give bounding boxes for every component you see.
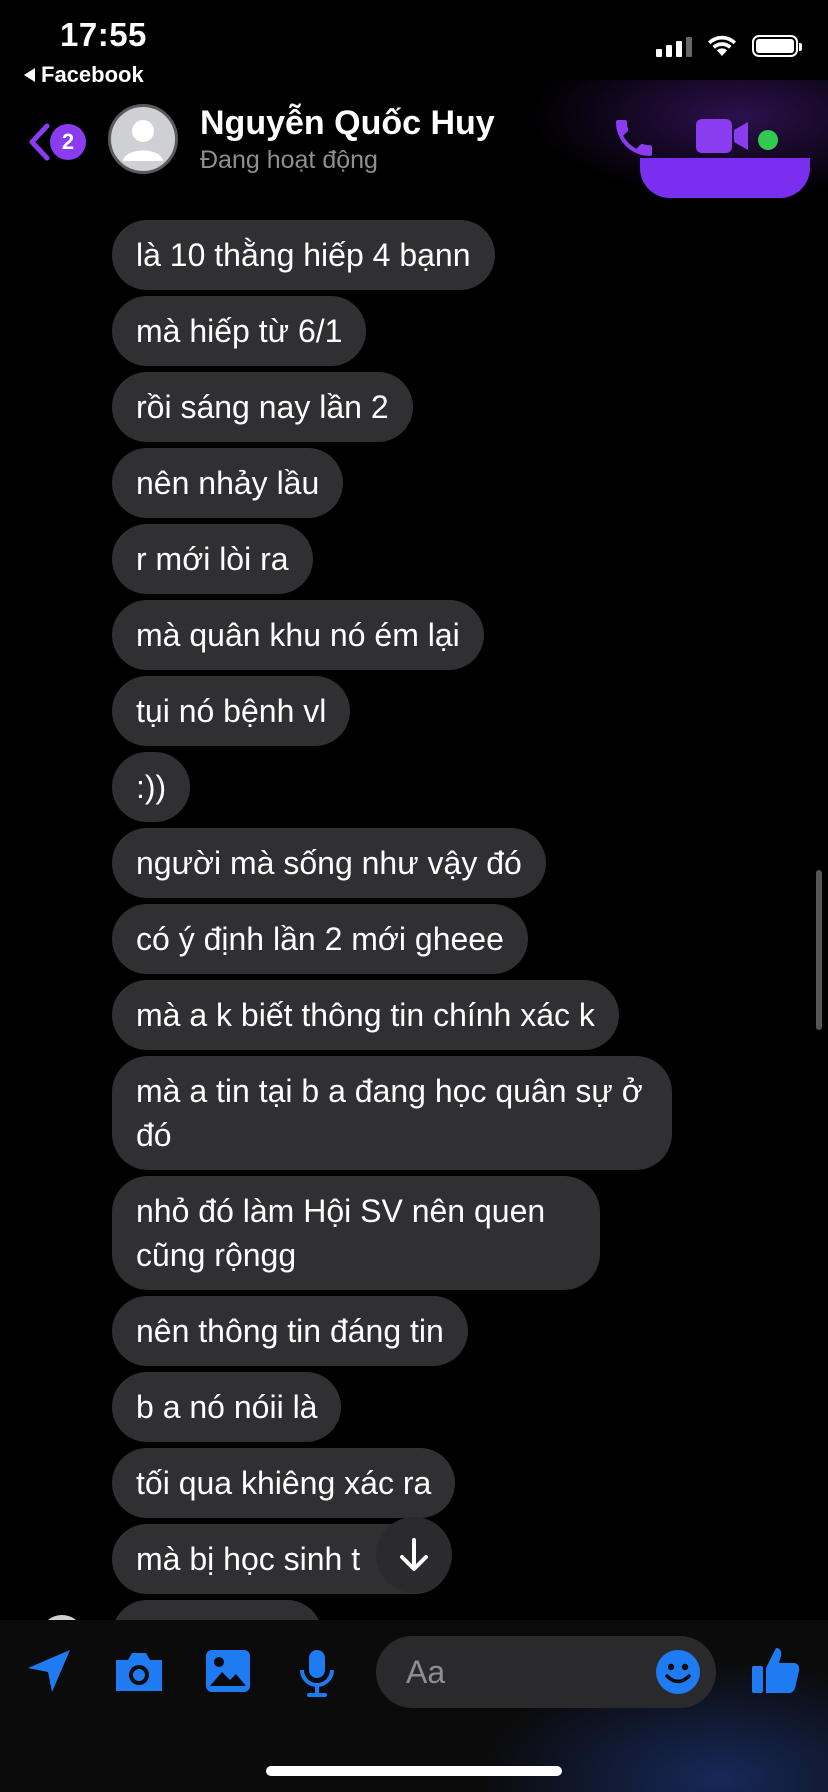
contact-avatar[interactable] [108, 104, 178, 174]
message-bubble[interactable]: nên nhảy lầu [112, 448, 344, 518]
emoji-button[interactable] [654, 1648, 702, 1701]
back-triangle-icon [24, 68, 35, 82]
back-button[interactable]: 2 [26, 122, 86, 162]
emoji-icon [656, 1650, 700, 1694]
message-bubble[interactable]: là 10 thằng hiếp 4 bạnn [112, 220, 495, 290]
cellular-signal-icon [656, 35, 692, 57]
microphone-icon [300, 1650, 334, 1697]
voice-message-button[interactable] [298, 1648, 336, 1703]
message-bubble[interactable]: người mà sống như vậy đó [112, 828, 546, 898]
scrollbar[interactable] [816, 870, 822, 1030]
contact-name[interactable]: Nguyễn Quốc Huy [200, 104, 495, 143]
message-input-placeholder: Aa [406, 1654, 446, 1690]
message-bubble[interactable]: tối qua khiêng xác ra [112, 1448, 456, 1518]
image-icon [206, 1650, 250, 1692]
message-bubble[interactable]: b a nó nóii là [112, 1372, 342, 1442]
clock: 17:55 [60, 16, 147, 53]
message-bubble[interactable]: mà hiếp từ 6/1 [112, 296, 367, 366]
presence-status: Đang hoạt động [200, 146, 378, 174]
message-bubble[interactable]: tụi nó bệnh vl [112, 676, 351, 746]
phone-icon [616, 120, 652, 156]
online-indicator [758, 130, 778, 150]
message-bubble[interactable]: có ý định lần 2 mới gheee [112, 904, 528, 974]
unread-badge: 2 [50, 124, 86, 160]
message-bubble[interactable]: nên thông tin đáng tin [112, 1296, 468, 1366]
back-app-label: Facebook [41, 62, 144, 87]
default-avatar-icon [123, 120, 163, 161]
video-camera-icon [696, 119, 748, 153]
message-bubble[interactable]: mà a tin tại b a đang học quân sự ở đó [112, 1056, 672, 1170]
partial-sent-bubble [640, 158, 810, 198]
message-bubble[interactable]: mà quân khu nó ém lại [112, 600, 484, 670]
camera-icon [116, 1653, 162, 1691]
message-bubble[interactable]: :)) [112, 752, 191, 822]
status-icons [656, 34, 802, 58]
home-indicator[interactable] [266, 1766, 562, 1776]
thumbs-up-icon [752, 1648, 800, 1693]
message-bubble[interactable]: mà a k biết thông tin chính xác k [112, 980, 619, 1050]
message-input[interactable]: Aa [376, 1636, 716, 1708]
gallery-button[interactable] [204, 1648, 252, 1699]
battery-icon [752, 35, 802, 57]
arrow-down-icon [400, 1538, 428, 1571]
wifi-icon [708, 35, 736, 56]
scroll-to-bottom-button[interactable] [376, 1517, 452, 1593]
location-icon [28, 1650, 70, 1692]
message-bubble[interactable]: nhỏ đó làm Hội SV nên quen cũng rộngg [112, 1176, 600, 1290]
message-bubble[interactable]: rồi sáng nay lần 2 [112, 372, 413, 442]
message-list: là 10 thằng hiếp 4 bạnn mà hiếp từ 6/1 r… [112, 220, 712, 1670]
location-button[interactable] [24, 1646, 74, 1701]
chevron-left-icon [29, 123, 50, 161]
message-bubble[interactable]: r mới lòi ra [112, 524, 313, 594]
camera-button[interactable] [112, 1650, 166, 1699]
video-call-button[interactable] [696, 116, 750, 161]
like-button[interactable] [750, 1644, 802, 1701]
back-to-app-link[interactable]: Facebook [24, 62, 144, 88]
